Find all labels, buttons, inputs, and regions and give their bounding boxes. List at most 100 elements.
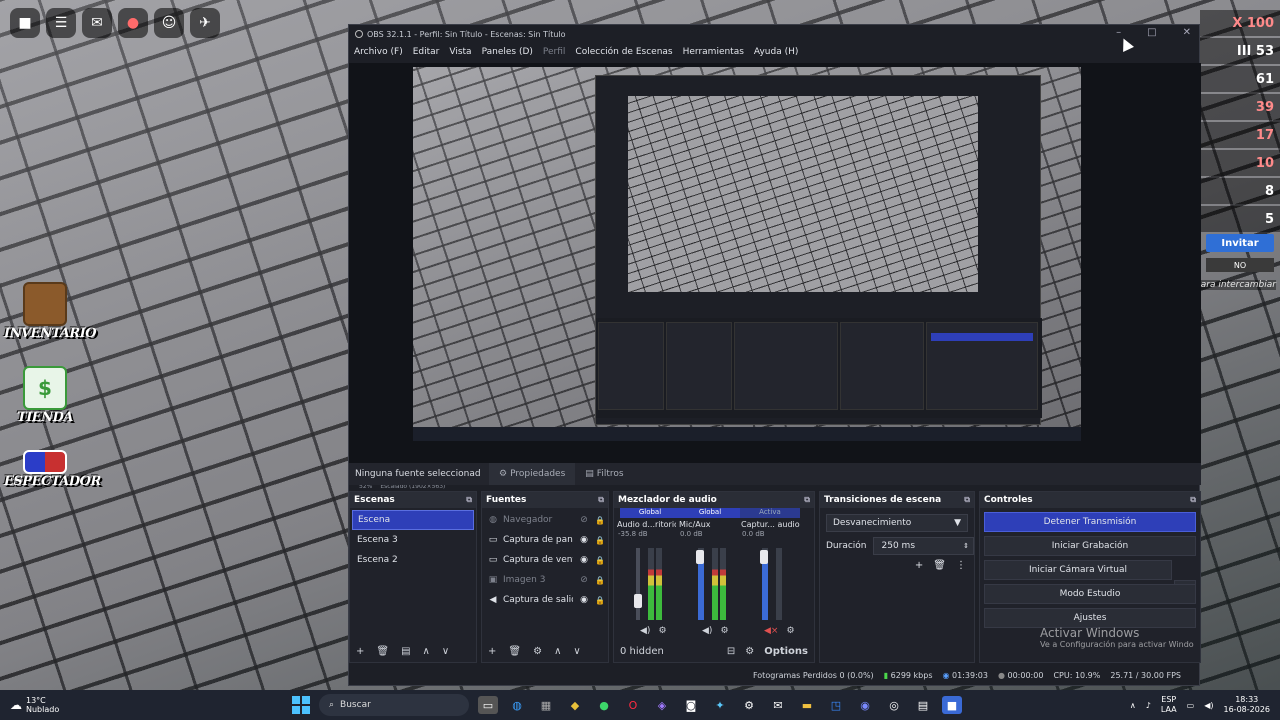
stop-streaming-button[interactable]: Detener Transmisión: [984, 512, 1196, 532]
microphone-icon[interactable]: ●: [118, 8, 148, 38]
menu-view[interactable]: Vista: [449, 47, 471, 57]
menu-scene-collection[interactable]: Colección de Escenas: [575, 47, 672, 57]
mixer-channel-name[interactable]: Mic/Aux: [676, 520, 738, 529]
properties-button[interactable]: ⚙ Propiedades: [489, 463, 576, 485]
no-button[interactable]: NO: [1206, 258, 1274, 272]
source-item[interactable]: ◀ Captura de salida ◉ 🔒: [482, 590, 608, 610]
taskbar-search[interactable]: ⌕ Buscar: [319, 694, 469, 716]
preview-area[interactable]: 52% Escalado (1902×563): [349, 63, 1201, 490]
roblox-logo-icon[interactable]: ■: [10, 8, 40, 38]
eye-icon[interactable]: ◉: [578, 535, 590, 545]
source-item[interactable]: ◍ Navegador ⊘ 🔒: [482, 510, 608, 530]
settings-icon[interactable]: ⚙: [739, 696, 759, 714]
trash-icon[interactable]: 🗑: [508, 646, 521, 657]
volume-fader-knob[interactable]: [760, 550, 768, 564]
add-source-icon[interactable]: +: [488, 646, 496, 657]
undock-icon[interactable]: ⧉: [1190, 495, 1196, 505]
undock-icon[interactable]: ⧉: [964, 495, 970, 505]
gear-icon[interactable]: ⚙: [658, 626, 666, 636]
start-recording-button[interactable]: Iniciar Grabación: [984, 536, 1196, 556]
volume-fader-knob[interactable]: [696, 550, 704, 564]
source-item[interactable]: ▭ Captura de venta ◉ 🔒: [482, 550, 608, 570]
mixer-channel-name[interactable]: Audio d...ritorio: [614, 520, 676, 529]
mixer-channel-name[interactable]: Captur... audio: [738, 520, 800, 529]
scene-item[interactable]: Escena 3: [352, 530, 474, 550]
menu-icon[interactable]: ☰: [46, 8, 76, 38]
lock-icon[interactable]: 🔒: [595, 516, 605, 525]
lock-icon[interactable]: 🔒: [595, 576, 605, 585]
options-button[interactable]: Options: [764, 646, 808, 657]
scene-item[interactable]: Escena 2: [352, 550, 474, 570]
studio-mode-button[interactable]: Modo Estudio: [984, 584, 1196, 604]
language-indicator[interactable]: ESP LAA: [1161, 695, 1177, 715]
speaker-icon[interactable]: ◀): [640, 626, 650, 636]
undock-icon[interactable]: ⧉: [466, 495, 472, 505]
stepper-icon[interactable]: ⇕: [963, 542, 969, 550]
move-down-icon[interactable]: ∨: [573, 646, 580, 657]
layout-icon[interactable]: ⊟: [727, 646, 735, 657]
eye-hidden-icon[interactable]: ⊘: [578, 575, 590, 585]
store-icon[interactable]: ▦: [536, 696, 556, 714]
move-up-icon[interactable]: ∧: [554, 646, 561, 657]
shop-button[interactable]: $ TIENDA: [4, 366, 86, 425]
add-transition-icon[interactable]: +: [915, 560, 923, 571]
undock-icon[interactable]: ⧉: [804, 495, 810, 505]
volume-fader-knob[interactable]: [634, 594, 642, 608]
gear-icon[interactable]: ⚙: [786, 626, 794, 636]
undock-icon[interactable]: ⧉: [598, 495, 604, 505]
menu-profile[interactable]: Perfil: [543, 47, 566, 57]
copilot-icon[interactable]: ✦: [710, 696, 730, 714]
app-icon[interactable]: ◳: [826, 696, 846, 714]
gear-icon[interactable]: ⚙: [720, 626, 728, 636]
settings-button[interactable]: Ajustes: [984, 608, 1196, 628]
menu-tools[interactable]: Herramientas: [683, 47, 744, 57]
more-options-icon[interactable]: ⋮: [956, 560, 966, 571]
edge-icon[interactable]: ◍: [507, 696, 527, 714]
invite-button[interactable]: Invitar: [1206, 234, 1274, 252]
task-view-icon[interactable]: ▭: [478, 696, 498, 714]
menu-file[interactable]: Archivo (F): [354, 47, 403, 57]
eye-hidden-icon[interactable]: ⊘: [578, 515, 590, 525]
app-icon[interactable]: ◈: [652, 696, 672, 714]
eye-icon[interactable]: ◉: [578, 555, 590, 565]
app-icon[interactable]: ▤: [913, 696, 933, 714]
lock-icon[interactable]: 🔒: [595, 536, 605, 545]
maximize-icon[interactable]: □: [1147, 27, 1156, 38]
move-down-icon[interactable]: ∨: [442, 646, 449, 657]
lock-icon[interactable]: 🔒: [595, 556, 605, 565]
minimize-icon[interactable]: –: [1116, 27, 1121, 38]
microphone-icon[interactable]: ♪: [1146, 701, 1151, 710]
trash-icon[interactable]: 🗑: [933, 560, 946, 571]
start-virtual-camera-button[interactable]: Iniciar Cámara Virtual: [984, 560, 1172, 580]
muted-speaker-icon[interactable]: ◀×: [764, 626, 778, 636]
opera-icon[interactable]: O: [623, 696, 643, 714]
scene-item[interactable]: Escena: [352, 510, 474, 530]
eye-icon[interactable]: ◉: [578, 595, 590, 605]
hidden-count[interactable]: 0 hidden: [620, 646, 664, 657]
discord-icon[interactable]: ◉: [855, 696, 875, 714]
volume-icon[interactable]: ◀): [1204, 701, 1213, 710]
spectator-button[interactable]: ESPECTADOR: [4, 450, 101, 489]
source-item[interactable]: ▭ Captura de panta ◉ 🔒: [482, 530, 608, 550]
clock[interactable]: 18:33 16-08-2026: [1224, 695, 1271, 715]
duration-input[interactable]: 250 ms ⇕: [872, 537, 974, 555]
folder-icon[interactable]: ▬: [797, 696, 817, 714]
windows-start-icon[interactable]: [292, 696, 310, 714]
trash-icon[interactable]: 🗑: [376, 646, 389, 657]
weather-widget[interactable]: ☁ 13°C Nublado: [0, 696, 160, 714]
move-up-icon[interactable]: ∧: [423, 646, 430, 657]
menu-docks[interactable]: Paneles (D): [482, 47, 533, 57]
transition-select[interactable]: Desvanecimiento ▼: [826, 514, 968, 532]
app-icon[interactable]: ◆: [565, 696, 585, 714]
obs-icon[interactable]: ◎: [884, 696, 904, 714]
avatar-icon[interactable]: ☺: [154, 8, 184, 38]
source-item[interactable]: ▣ Imagen 3 ⊘ 🔒: [482, 570, 608, 590]
roblox-icon[interactable]: ■: [942, 696, 962, 714]
close-icon[interactable]: ✕: [1183, 27, 1191, 38]
menu-help[interactable]: Ayuda (H): [754, 47, 798, 57]
add-scene-icon[interactable]: +: [356, 646, 364, 657]
filter-icon[interactable]: ▤: [401, 646, 410, 657]
filters-button[interactable]: ▤ Filtros: [575, 463, 633, 485]
inventory-button[interactable]: INVENTARIO: [4, 282, 97, 341]
chat-icon[interactable]: ✉: [82, 8, 112, 38]
